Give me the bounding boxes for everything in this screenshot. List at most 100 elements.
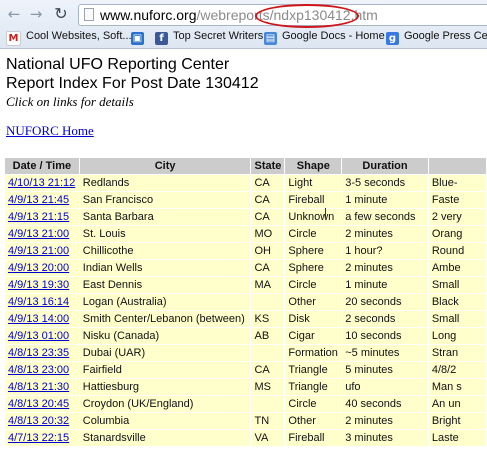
table-row: 4/8/13 21:30 Hattiesburg MS Triangle ufo Man … <box>5 379 486 395</box>
google-icon: g <box>386 32 399 45</box>
header-date-time[interactable]: Date / Time <box>5 158 79 174</box>
cell-state: OH <box>251 243 285 259</box>
cell-date: 4/9/13 21:00 <box>5 243 79 259</box>
cell-state: CA <box>251 175 285 191</box>
cell-date: 4/9/13 21:00 <box>5 226 79 242</box>
cell-state: KS <box>251 311 285 327</box>
report-date-link[interactable]: 4/8/13 21:30 <box>8 381 69 393</box>
cell-date: 4/9/13 16:14 <box>5 294 79 310</box>
cell-duration: 40 seconds <box>342 396 428 412</box>
cell-date: 4/9/13 01:00 <box>5 328 79 344</box>
cell-city: Logan (Australia) <box>79 294 251 310</box>
cell-date: 4/9/13 19:30 <box>5 277 79 293</box>
cell-state <box>251 396 285 412</box>
nuforc-home-link[interactable]: NUFORC Home <box>6 123 94 139</box>
cell-date: 4/9/13 20:00 <box>5 260 79 276</box>
cell-shape: Fireball <box>285 192 342 208</box>
cell-duration: ufo <box>342 379 428 395</box>
cell-state: CA <box>251 260 285 276</box>
report-date-link[interactable]: 4/10/13 21:12 <box>8 177 75 189</box>
cell-duration: 5 minutes <box>342 362 428 378</box>
cell-summary: 4/8/2 <box>428 362 486 378</box>
report-date-link[interactable]: 4/9/13 14:00 <box>8 313 69 325</box>
report-date-link[interactable]: 4/9/13 21:00 <box>8 245 69 257</box>
table-row: 4/9/13 01:00 Nisku (Canada) AB Cigar 10 seco… <box>5 328 486 344</box>
table-row: 4/8/13 20:32 Columbia TN Other 2 minutes Brig… <box>5 413 486 429</box>
header-city[interactable]: City <box>79 158 251 174</box>
table-row: 4/8/13 23:35 Dubai (UAR) Formation ~5 minut… <box>5 345 486 361</box>
report-date-link[interactable]: 4/8/13 23:00 <box>8 364 69 376</box>
cell-summary: Man s <box>428 379 486 395</box>
report-date-link[interactable]: 4/9/13 21:00 <box>8 228 69 240</box>
cell-shape: Circle <box>285 277 342 293</box>
cell-summary: An un <box>428 396 486 412</box>
cell-shape: Unknown <box>285 209 342 225</box>
report-date-link[interactable]: 4/9/13 21:45 <box>8 194 69 206</box>
cell-city: Fairfield <box>79 362 251 378</box>
cell-state: MA <box>251 277 285 293</box>
cell-city: Chillicothe <box>79 243 251 259</box>
browser-toolbar: ← → ↻ www.nuforc.org/webreports/ndxp1304… <box>0 0 487 49</box>
cell-state: VA <box>251 430 285 446</box>
report-date-link[interactable]: 4/8/13 20:45 <box>8 398 69 410</box>
report-date-link[interactable]: 4/9/13 19:30 <box>8 279 69 291</box>
cell-city: Dubai (UAR) <box>79 345 251 361</box>
facebook-icon: f <box>155 32 168 45</box>
cell-duration: 20 seconds <box>342 294 428 310</box>
bookmark-label: Cool Websites, Soft... <box>26 30 132 42</box>
cell-city: Indian Wells <box>79 260 251 276</box>
report-date-link[interactable]: 4/9/13 20:00 <box>8 262 69 274</box>
cell-summary: 2 very <box>428 209 486 225</box>
cell-date: 4/10/13 21:12 <box>5 175 79 191</box>
report-date-link[interactable]: 4/8/13 20:32 <box>8 415 69 427</box>
cell-shape: Sphere <box>285 260 342 276</box>
cell-shape: Formation <box>285 345 342 361</box>
forward-arrow-icon[interactable]: → <box>28 5 44 23</box>
highlight-ellipse <box>255 4 359 28</box>
navigation-bar: ← → ↻ www.nuforc.org/webreports/ndxp1304… <box>0 2 487 28</box>
reports-table: Date / Time City State Shape Duration 4/… <box>4 157 487 447</box>
bookmark-top-secret-writers[interactable]: f Top Secret Writers <box>155 28 263 45</box>
cell-date: 4/9/13 21:45 <box>5 192 79 208</box>
header-duration[interactable]: Duration <box>342 158 428 174</box>
report-date-link[interactable]: 4/9/13 21:15 <box>8 211 69 223</box>
report-date-link[interactable]: 4/9/13 16:14 <box>8 296 69 308</box>
gmail-icon: M <box>6 31 21 46</box>
page-icon <box>84 8 94 21</box>
report-date-link[interactable]: 4/9/13 01:00 <box>8 330 69 342</box>
cell-shape: Circle <box>285 226 342 242</box>
cell-shape: Sphere <box>285 243 342 259</box>
cell-shape: Circle <box>285 396 342 412</box>
table-row: 4/9/13 21:00 Chillicothe OH Sphere 1 hour? Ro… <box>5 243 486 259</box>
report-date-link[interactable]: 4/8/13 23:35 <box>8 347 69 359</box>
cell-shape: Light <box>285 175 342 191</box>
bookmark-google-docs[interactable]: ▤ Google Docs - Home <box>264 28 385 45</box>
table-row: 4/9/13 16:14 Logan (Australia) Other 20 sec… <box>5 294 486 310</box>
cell-date: 4/7/13 22:15 <box>5 430 79 446</box>
cell-date: 4/8/13 23:00 <box>5 362 79 378</box>
cell-city: St. Louis <box>79 226 251 242</box>
page-subtitle: Report Index For Post Date 130412 <box>6 75 259 92</box>
bookmark-unnamed[interactable]: ▣ <box>131 28 149 45</box>
cell-duration: 2 seconds <box>342 311 428 327</box>
cell-city: Redlands <box>79 175 251 191</box>
cell-shape: Cigar <box>285 328 342 344</box>
cell-shape: Other <box>285 413 342 429</box>
cell-city: Hattiesburg <box>79 379 251 395</box>
header-shape[interactable]: Shape <box>285 158 342 174</box>
cell-date: 4/8/13 20:32 <box>5 413 79 429</box>
table-row: 4/9/13 21:15 Santa Barbara CA Unknown a few … <box>5 209 486 225</box>
header-state[interactable]: State <box>251 158 285 174</box>
reload-icon[interactable]: ↻ <box>53 5 69 23</box>
cell-duration: 2 minutes <box>342 226 428 242</box>
header-summary[interactable] <box>428 158 486 174</box>
bookmark-google-press[interactable]: g Google Press Cent <box>386 28 487 45</box>
table-body: 4/10/13 21:12 Redlands CA Light 3-5 seconds B… <box>5 175 486 446</box>
table-row: 4/9/13 21:00 St. Louis MO Circle 2 minutes Or… <box>5 226 486 242</box>
table-row: 4/9/13 14:00 Smith Center/Lebanon (betwee… <box>5 311 486 327</box>
table-row: 4/9/13 19:30 East Dennis MA Circle 1 minute S… <box>5 277 486 293</box>
back-arrow-icon[interactable]: ← <box>6 5 22 23</box>
report-date-link[interactable]: 4/7/13 22:15 <box>8 432 69 444</box>
bookmark-cool-websites[interactable]: M Cool Websites, Soft... <box>6 28 132 46</box>
cell-city: San Francisco <box>79 192 251 208</box>
